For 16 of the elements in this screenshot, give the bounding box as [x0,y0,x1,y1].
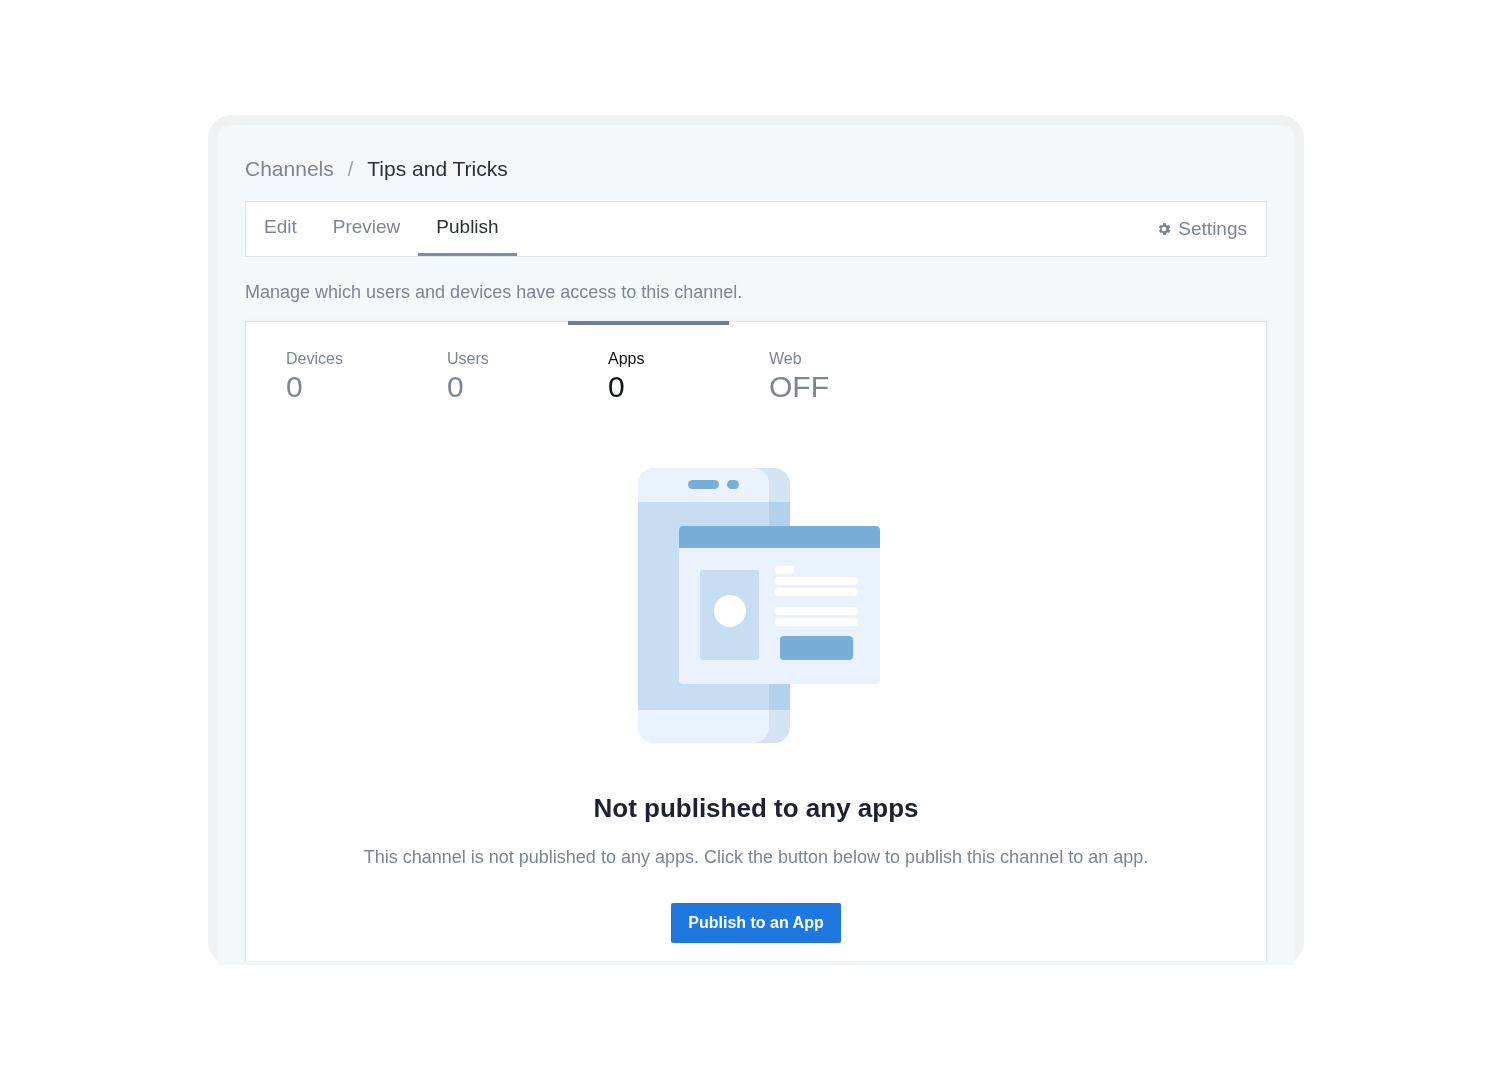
settings-icon [1156,221,1173,237]
breadcrumb-current: Tips and Tricks [367,156,508,183]
breadcrumb-link[interactable]: Channels [245,153,334,185]
publish-button[interactable]: Publish to an App [671,903,841,943]
stat-tab[interactable]: Users 0 [407,321,568,405]
empty-state-message: This channel is not published to any apps. Click the button below to publish this channel to an app. [363,846,1149,869]
tab[interactable]: Edit [246,202,315,256]
stat-tab[interactable]: Apps 0 [568,321,729,405]
breadcrumb-separator: / [347,157,354,182]
settings-button[interactable]: Settings [1156,202,1247,256]
tab[interactable]: Publish [418,202,517,256]
tab[interactable]: Preview [314,202,419,256]
stat-tab[interactable]: Web OFF [729,321,890,405]
empty-state-title: Not published to any apps [593,792,919,825]
stat-tab[interactable]: Devices 0 [246,321,407,405]
description-text: Manage which users and devices have access to this channel. [245,281,744,304]
